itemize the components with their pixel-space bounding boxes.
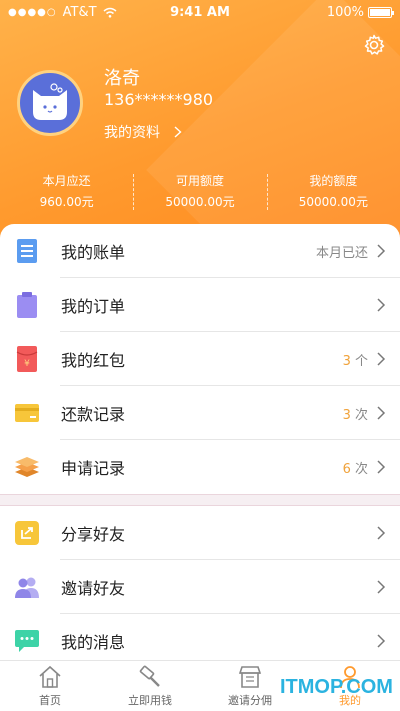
layers-icon [14,454,40,480]
menu-item-label: 我的红包 [61,351,126,370]
menu-item-red-envelopes[interactable]: ¥ 我的红包 3 个 [0,332,400,386]
store-icon [238,666,262,688]
menu-item-label: 邀请好友 [61,579,126,598]
menu-item-repayment-records[interactable]: 还款记录 3 次 [0,386,400,440]
menu-item-label: 分享好友 [61,525,126,544]
menu-item-label: 我的订单 [61,297,126,316]
chevron-right-icon [377,634,386,648]
chevron-right-icon [377,526,386,540]
share-icon [14,520,40,546]
chevron-right-icon [377,298,386,312]
tab-use-money[interactable]: 立即用钱 [100,661,200,711]
menu-item-share-friends[interactable]: 分享好友 [0,506,400,560]
menu-item-application-records[interactable]: 申请记录 6 次 [0,440,400,494]
settings-gear-icon[interactable] [362,33,386,57]
user-name: 洛奇 [104,68,140,89]
stat-monthly-due[interactable]: 本月应还 960.00元 [0,172,133,212]
menu-item-invite-friends[interactable]: 邀请好友 [0,560,400,614]
battery-icon [368,6,394,18]
stat-value: 960.00元 [39,195,94,209]
tab-label: 邀请分佣 [228,694,272,707]
count-unit: 个 [354,353,368,369]
stat-value: 50000.00元 [165,195,235,209]
stat-label: 我的额度 [309,174,358,188]
menu-item-my-messages[interactable]: 我的消息 [0,614,400,660]
user-phone: 136******980 [104,90,214,109]
stat-my-credit[interactable]: 我的额度 50000.00元 [266,172,400,212]
stat-available-credit[interactable]: 可用额度 50000.00元 [133,172,266,212]
svg-text:¥: ¥ [24,359,30,369]
card-icon [14,400,40,426]
count-unit: 次 [354,461,368,477]
stat-label: 可用额度 [175,174,224,188]
repayment-count: 3 [342,407,351,423]
stat-value: 50000.00元 [298,195,368,209]
chevron-right-icon [377,460,386,474]
menu-item-label: 申请记录 [61,459,126,478]
menu-card: 我的账单 本月已还 我的订单 ¥ 我的红包 3 个 还款记录 3 次 申请记录 … [0,224,400,660]
red-envelope-icon: ¥ [14,346,40,372]
credit-stats: 本月应还 960.00元 可用额度 50000.00元 我的额度 50000.0… [0,172,400,212]
cat-avatar-icon [33,83,67,120]
users-icon [14,574,40,600]
count-unit: 次 [354,407,368,423]
clock: 9:41 AM [170,4,230,20]
envelope-count: 3 [342,353,351,369]
menu-item-label: 我的账单 [61,243,126,262]
section-divider [0,494,400,506]
menu-item-my-bill[interactable]: 我的账单 本月已还 [0,224,400,278]
hammer-icon [139,665,160,687]
chevron-right-icon [377,580,386,594]
chevron-right-icon [174,126,182,138]
tab-home[interactable]: 首页 [0,661,100,711]
menu-item-my-orders[interactable]: 我的订单 [0,278,400,332]
tab-label: 首页 [39,694,61,707]
bill-icon [14,238,40,264]
my-profile-label: 我的资料 [104,125,160,141]
menu-item-label: 我的消息 [61,633,126,652]
message-icon [14,628,40,654]
application-count: 6 [342,461,351,477]
chevron-right-icon [377,352,386,366]
avatar[interactable] [17,70,83,136]
profile-header: ●●●●○ AT&T 9:41 AM 100% 洛奇 136******980 … [0,0,400,245]
menu-item-label: 还款记录 [61,405,126,424]
stat-label: 本月应还 [42,174,91,188]
chevron-right-icon [377,406,386,420]
chevron-right-icon [377,244,386,258]
status-bar: ●●●●○ AT&T 9:41 AM 100% [0,0,400,24]
home-icon [39,665,61,688]
watermark-text: ITMOP.COM [280,676,393,698]
bill-status-text: 本月已还 [315,245,368,261]
clipboard-icon [14,292,40,318]
tab-label: 立即用钱 [128,694,172,707]
my-profile-link[interactable]: 我的资料 [104,122,182,142]
